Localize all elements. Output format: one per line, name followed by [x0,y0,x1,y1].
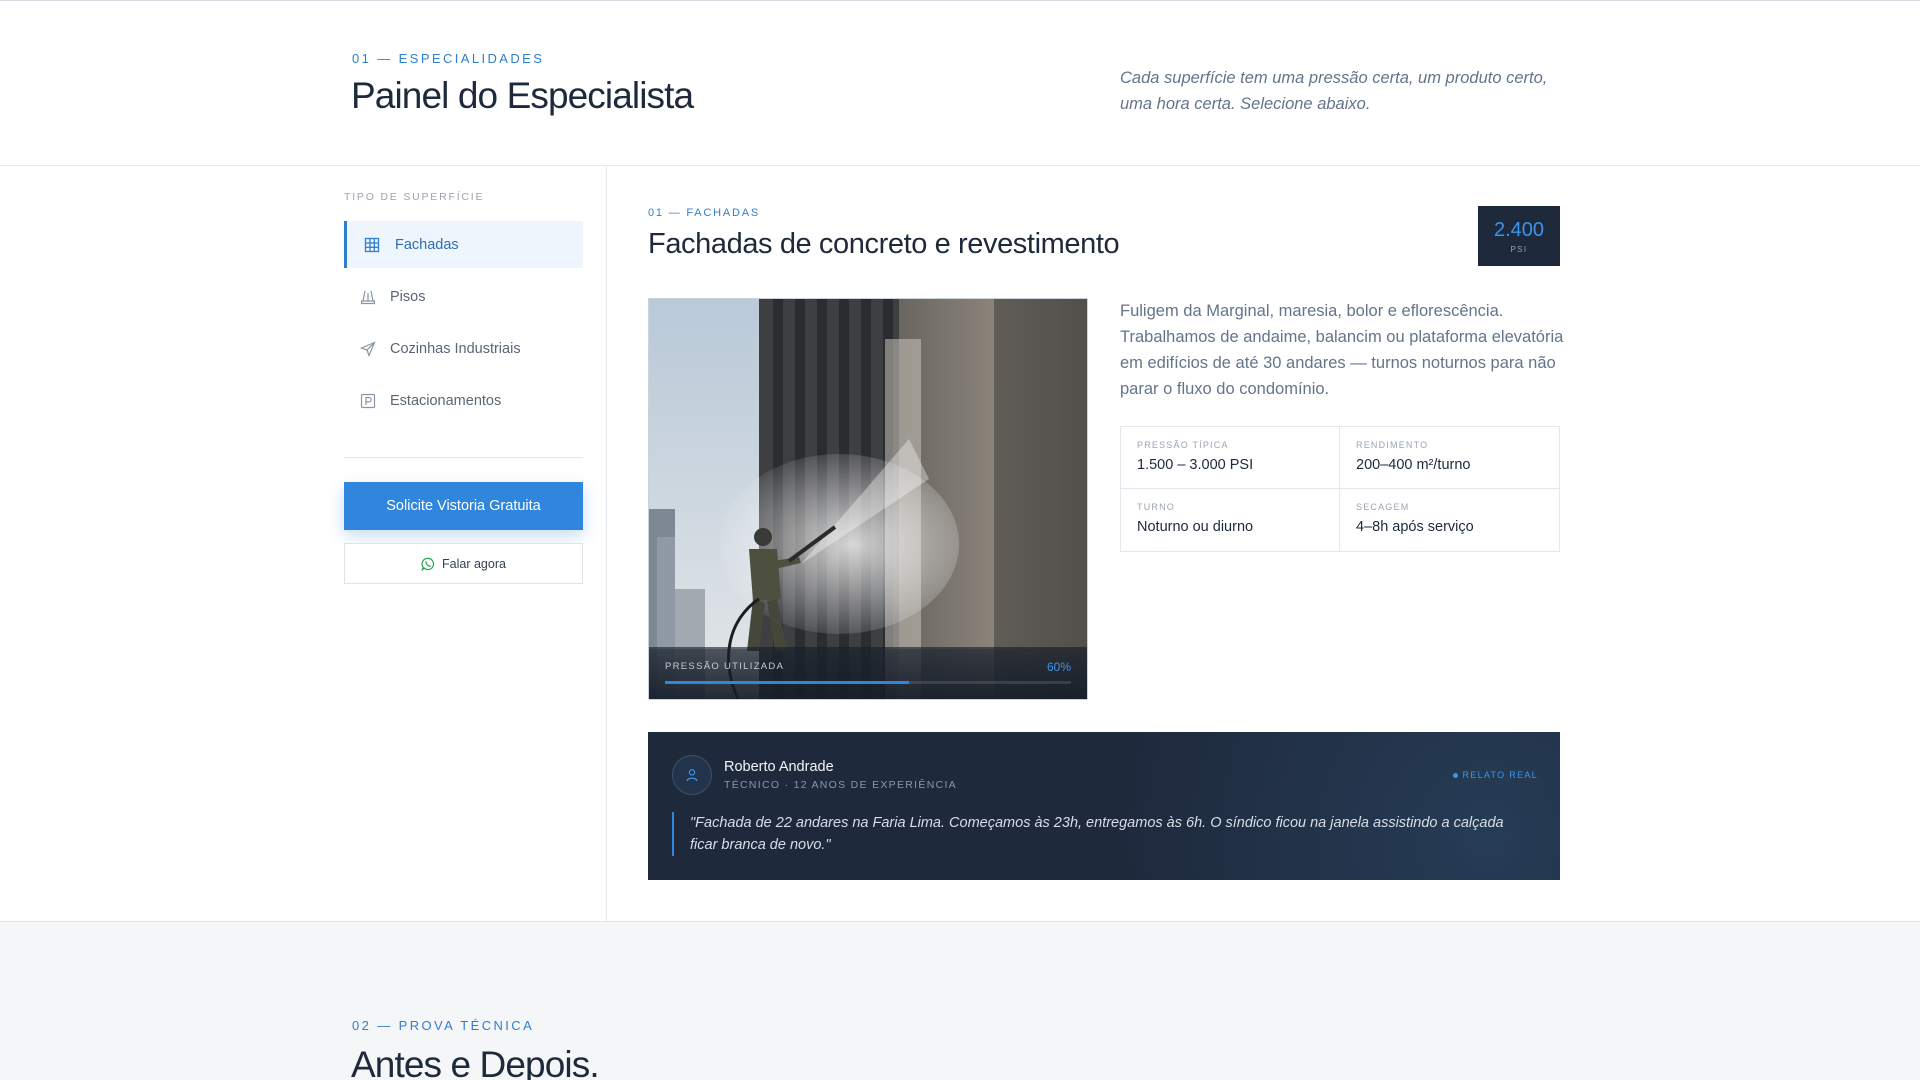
specs-grid: PRESSÃO TÍPICA 1.500 – 3.000 PSI RENDIME… [1120,426,1560,552]
spec-drying: SECAGEM 4–8h após serviço [1340,489,1559,551]
spec-value: Noturno ou diurno [1137,519,1254,535]
detail-description: Fuligem da Marginal, maresia, bolor e ef… [1120,302,1564,398]
surface-sidebar: TIPO DE SUPERFÍCIE Fachadas Pisos Cozinh… [0,166,607,921]
pressure-fill [665,681,909,684]
detail-eyebrow: 01 — FACHADAS [648,207,761,219]
whatsapp-icon [421,557,435,571]
parking-icon [360,393,376,409]
spec-value: 200–400 m²/turno [1356,457,1471,473]
user-icon [686,769,698,782]
section-title: Antes e Depois. [351,1044,600,1080]
section-eyebrow: 01 — ESPECIALIDADES [352,51,545,66]
floor-icon [360,289,376,305]
detail-title: Fachadas de concreto e revestimento [648,228,1120,260]
sidebar-divider [344,457,583,458]
testimonial-quote: "Fachada de 22 andares na Faria Lima. Co… [672,812,1532,856]
sidebar-item-pisos[interactable]: Pisos [344,273,583,320]
sidebar-item-label: Estacionamentos [390,392,502,409]
spec-pressure: PRESSÃO TÍPICA 1.500 – 3.000 PSI [1121,427,1340,489]
psi-unit: PSI [1510,244,1528,254]
spec-key: RENDIMENTO [1356,440,1429,450]
spec-yield: RENDIMENTO 200–400 m²/turno [1340,427,1559,489]
talk-now-label: Falar agora [442,556,506,571]
spec-key: PRESSÃO TÍPICA [1137,440,1229,450]
pressure-value: 60% [1046,660,1071,674]
building-icon [364,237,380,253]
sidebar-item-estacionamentos[interactable]: Estacionamentos [344,377,583,424]
sidebar-item-label: Cozinhas Industriais [390,340,521,357]
sidebar-item-fachadas[interactable]: Fachadas [344,221,583,268]
sidebar-item-label: Pisos [390,288,426,305]
testimonial-role: TÉCNICO · 12 ANOS DE EXPERIÊNCIA [724,779,957,791]
sidebar-item-cozinhas[interactable]: Cozinhas Industriais [344,325,583,372]
spec-value: 1.500 – 3.000 PSI [1137,457,1254,473]
spec-key: TURNO [1137,502,1175,512]
real-story-label: RELATO REAL [1462,770,1538,780]
spec-key: SECAGEM [1356,502,1410,512]
real-story-badge: RELATO REAL [1452,770,1539,780]
sidebar-item-label: Fachadas [395,236,459,253]
pressure-label: PRESSÃO UTILIZADA [665,661,785,672]
section-header: 01 — ESPECIALIDADES Painel do Especialis… [0,1,1920,166]
spec-value: 4–8h após serviço [1356,519,1474,535]
spec-shift: TURNO Noturno ou diurno [1121,489,1340,551]
pressure-meter: PRESSÃO UTILIZADA 60% [649,647,1087,699]
section-eyebrow: 02 — PROVA TÉCNICA [352,1018,535,1033]
pressure-track [665,681,1071,684]
sidebar-label: TIPO DE SUPERFÍCIE [344,191,485,203]
specialty-detail: 01 — FACHADAS Fachadas de concreto e rev… [608,166,1920,921]
psi-value: 2.400 [1493,218,1545,241]
page-title: Painel do Especialista [351,75,694,116]
dot-icon [1452,772,1458,778]
request-inspection-button[interactable]: Solicite Vistoria Gratuita [344,482,583,530]
before-after-section: 02 — PROVA TÉCNICA Antes e Depois. [0,921,1920,1080]
testimonial-name: Roberto Andrade [724,759,834,775]
avatar [672,755,712,795]
section-subtitle: Cada superfície tem uma pressão certa, u… [1120,69,1548,113]
send-icon [360,340,376,357]
facade-cleaning-photo: PRESSÃO UTILIZADA 60% [648,298,1088,700]
facade-illustration [649,299,1087,699]
talk-now-button[interactable]: Falar agora [344,543,583,584]
psi-badge: 2.400 PSI [1478,206,1560,266]
testimonial-card: Roberto Andrade TÉCNICO · 12 ANOS DE EXP… [648,732,1560,880]
